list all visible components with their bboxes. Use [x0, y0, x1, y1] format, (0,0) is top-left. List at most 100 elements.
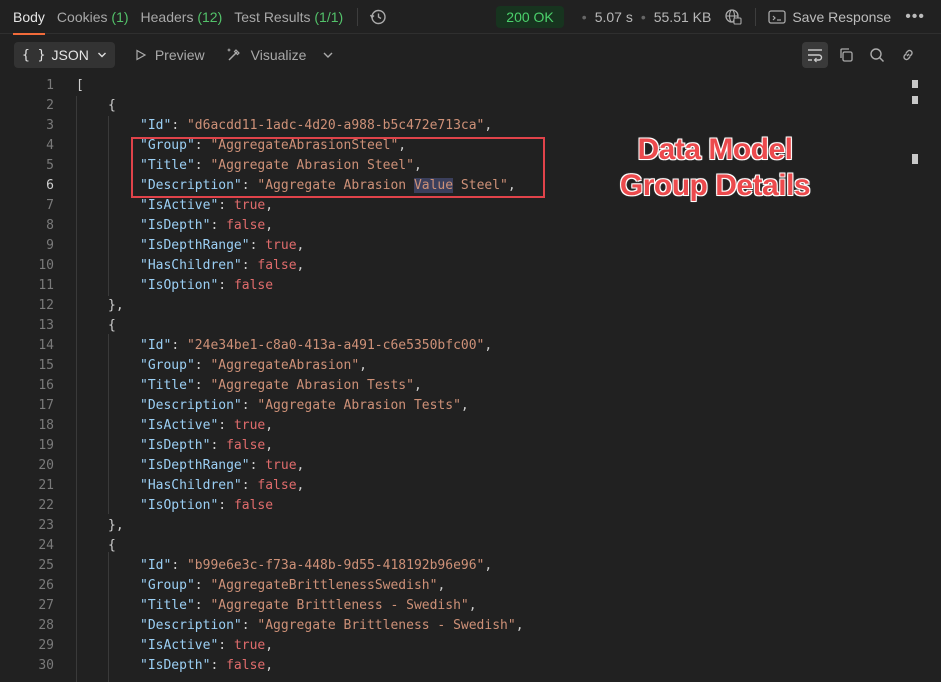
code-token: "Aggregate Brittleness - Swedish": [257, 618, 516, 633]
code-text: "IsActive": true,: [140, 416, 273, 436]
line-number: 25: [38, 558, 54, 573]
code-token: [: [76, 78, 84, 93]
line-number: 28: [38, 618, 54, 633]
code-token: :: [249, 458, 266, 473]
format-select[interactable]: { } JSON: [14, 42, 115, 68]
code-token: "Id": [140, 558, 172, 573]
chevron-down-icon[interactable]: [322, 49, 334, 61]
code-text: "IsActive": true,: [140, 196, 273, 216]
code-token: true: [265, 458, 297, 473]
status-badge[interactable]: 200 OK: [496, 5, 564, 28]
line-number: 12: [38, 298, 54, 313]
code-token: ,: [265, 638, 274, 653]
tab-count: (12): [197, 8, 223, 25]
code-token: "IsDepthRange": [140, 458, 250, 473]
link-icon[interactable]: [895, 42, 921, 68]
code-token: "HasChildren": [140, 258, 242, 273]
code-token: ,: [265, 658, 274, 673]
code-line: 22 "IsOption": false: [0, 496, 900, 516]
line-number: 14: [38, 338, 54, 353]
code-token: "AggregateAbrasionSteel": [210, 138, 399, 153]
tab-label: Cookies: [56, 8, 108, 25]
code-line: 30 "IsDepth": false,: [0, 656, 900, 676]
code-token: ,: [413, 378, 422, 393]
code-token: false: [257, 258, 297, 273]
braces-icon: { }: [22, 47, 46, 63]
code-token: "Description": [140, 618, 242, 633]
code-text: "Id": "b99e6e3c-f73a-448b-9d55-418192b96…: [140, 556, 492, 576]
format-label: JSON: [51, 47, 89, 63]
code-token: "Aggregate Abrasion Tests": [210, 378, 414, 393]
code-line: 12},: [0, 296, 900, 316]
scrollbar[interactable]: [906, 76, 922, 682]
code-text: "IsActive": true,: [140, 636, 273, 656]
code-token: ,: [413, 158, 422, 173]
code-token: "IsActive": [140, 638, 219, 653]
code-token: "Group": [140, 578, 195, 593]
code-line: 14 "Id": "24e34be1-c8a0-413a-a491-c6e5350…: [0, 336, 900, 356]
code-line: 16 "Title": "Aggregate Abrasion Tests",: [0, 376, 900, 396]
preview-button[interactable]: Preview: [135, 47, 205, 63]
line-number: 16: [38, 378, 54, 393]
code-token: :: [249, 238, 266, 253]
scrollbar-mark: [912, 96, 918, 104]
history-icon[interactable]: [368, 7, 388, 27]
code-token: "Aggregate Abrasion Steel": [210, 158, 414, 173]
code-token: "d6acdd11-1adc-4d20-a988-b5c472e713ca": [186, 118, 485, 133]
code-token: :: [210, 658, 227, 673]
tab-label: Test Results: [234, 8, 311, 25]
code-token: ,: [265, 198, 274, 213]
code-line: 10 "HasChildren": false,: [0, 256, 900, 276]
code-line: 9 "IsDepthRange": true,: [0, 236, 900, 256]
code-text: },: [108, 296, 124, 316]
more-options-icon[interactable]: •••: [905, 8, 925, 26]
code-token: true: [233, 418, 266, 433]
code-text: "Title": "Aggregate Brittleness - Swedis…: [140, 596, 477, 616]
code-text: {: [108, 316, 116, 336]
code-text: "IsDepth": false,: [140, 216, 273, 236]
code-token: :: [241, 178, 258, 193]
code-text: "IsOption": false: [140, 496, 273, 516]
line-number: 3: [46, 118, 54, 133]
copy-icon[interactable]: [833, 42, 859, 68]
code-token: :: [241, 398, 258, 413]
code-line: 13 {: [0, 316, 900, 336]
code-token: :: [218, 418, 234, 433]
code-token: "24e34be1-c8a0-413a-a491-c6e5350bfc00": [186, 338, 485, 353]
code-token: false: [233, 278, 274, 293]
code-line: 26 "Group": "AggregateBrittlenessSwedish"…: [0, 576, 900, 596]
response-time[interactable]: 5.07 s: [595, 9, 633, 25]
code-text: [: [76, 76, 84, 96]
response-size[interactable]: 55.51 KB: [654, 9, 712, 25]
line-number: 29: [38, 638, 54, 653]
code-token: "HasChildren": [140, 478, 242, 493]
divider: [357, 7, 359, 26]
code-token: false: [226, 438, 266, 453]
code-line: 19 "IsDepth": false,: [0, 436, 900, 456]
line-number: 26: [38, 578, 54, 593]
code-token: false: [226, 658, 266, 673]
code-text: "IsDepthRange": true,: [140, 236, 304, 256]
save-response-button[interactable]: Save Response: [768, 9, 891, 25]
line-number: 23: [38, 518, 54, 533]
visualize-button[interactable]: Visualize: [225, 46, 306, 64]
wrap-lines-icon[interactable]: [802, 42, 828, 68]
line-number: 18: [38, 418, 54, 433]
line-number: 21: [38, 478, 54, 493]
tab-test-results[interactable]: Test Results (1/1): [234, 0, 343, 34]
code-token: :: [194, 138, 211, 153]
tab-count: (1/1): [314, 8, 344, 25]
code-token: :: [171, 558, 187, 573]
tab-headers[interactable]: Headers (12): [141, 0, 223, 34]
line-number: 10: [38, 258, 54, 273]
code-token: "IsActive": [140, 418, 219, 433]
code-line: 24 {: [0, 536, 900, 556]
line-number: 9: [46, 238, 54, 253]
tab-body[interactable]: Body: [13, 0, 45, 35]
tab-cookies[interactable]: Cookies (1): [57, 0, 129, 34]
search-icon[interactable]: [864, 42, 890, 68]
network-globe-icon[interactable]: [723, 7, 743, 27]
line-number: 11: [38, 278, 54, 293]
divider: [755, 7, 757, 26]
code-line: 23},: [0, 516, 900, 536]
